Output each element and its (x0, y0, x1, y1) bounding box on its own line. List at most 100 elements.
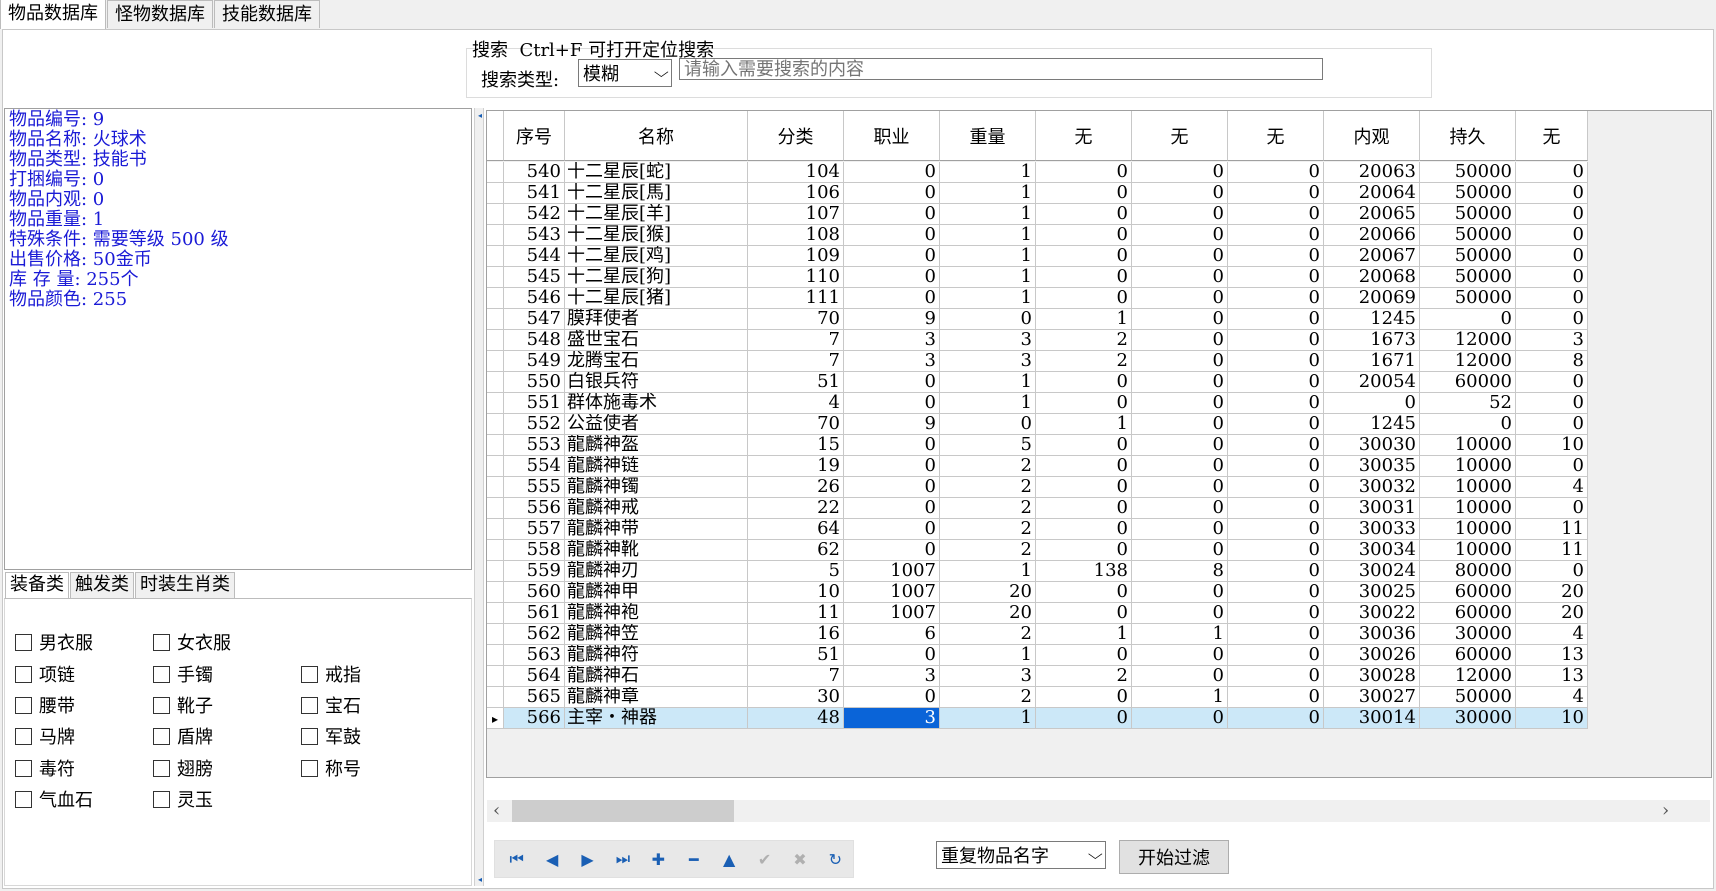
table-cell[interactable]: 2 (1036, 351, 1132, 372)
table-cell[interactable]: 十二星辰[馬] (565, 183, 748, 204)
table-cell[interactable]: 0 (1132, 351, 1228, 372)
edit-record-icon[interactable]: ▲ (711, 844, 746, 874)
refresh-icon[interactable]: ↻ (818, 844, 853, 874)
column-header[interactable]: 无 (1132, 111, 1228, 161)
table-cell[interactable]: 0 (844, 204, 940, 225)
table-cell[interactable]: 2 (1036, 666, 1132, 687)
row-indicator[interactable] (487, 435, 504, 456)
table-cell[interactable]: 20064 (1324, 183, 1420, 204)
table-cell[interactable]: 541 (504, 183, 565, 204)
table-cell[interactable]: 70 (748, 414, 844, 435)
table-cell[interactable]: 564 (504, 666, 565, 687)
table-cell[interactable]: 19 (748, 456, 844, 477)
table-cell[interactable]: 0 (844, 645, 940, 666)
table-cell[interactable]: 15 (748, 435, 844, 456)
table-cell[interactable]: 110 (748, 267, 844, 288)
table-cell[interactable]: 0 (1228, 582, 1324, 603)
table-cell[interactable]: 0 (1036, 393, 1132, 414)
tab-item-database[interactable]: 物品数据库 (0, 0, 106, 29)
table-cell[interactable]: 0 (844, 225, 940, 246)
table-cell[interactable]: 111 (748, 288, 844, 309)
table-cell[interactable]: 12000 (1420, 351, 1516, 372)
table-cell[interactable]: 0 (1132, 435, 1228, 456)
table-cell[interactable]: 0 (1036, 288, 1132, 309)
row-indicator[interactable] (487, 288, 504, 309)
table-cell[interactable]: 562 (504, 624, 565, 645)
table-cell[interactable]: 龍麟神刃 (565, 561, 748, 582)
table-cell[interactable]: 0 (844, 687, 940, 708)
table-cell[interactable]: 6 (844, 624, 940, 645)
table-cell[interactable]: 3 (844, 708, 940, 729)
table-cell[interactable]: 11 (1516, 540, 1588, 561)
table-cell[interactable]: 0 (1132, 666, 1228, 687)
column-header[interactable]: 持久 (1420, 111, 1516, 161)
table-cell[interactable]: 0 (1228, 498, 1324, 519)
table-cell[interactable]: 0 (1228, 540, 1324, 561)
table-cell[interactable]: 0 (844, 456, 940, 477)
table-cell[interactable]: 0 (1036, 435, 1132, 456)
table-cell[interactable]: 30027 (1324, 687, 1420, 708)
checkbox-0-0[interactable]: 男衣服 (15, 629, 93, 655)
table-cell[interactable]: 0 (844, 393, 940, 414)
table-cell[interactable]: 3 (844, 351, 940, 372)
table-cell[interactable]: 0 (1036, 645, 1132, 666)
table-cell[interactable]: 十二星辰[猴] (565, 225, 748, 246)
table-cell[interactable]: 30 (748, 687, 844, 708)
table-cell[interactable]: 0 (1132, 498, 1228, 519)
table-cell[interactable]: 公益使者 (565, 414, 748, 435)
table-cell[interactable]: 550 (504, 372, 565, 393)
table-cell[interactable]: 50000 (1420, 204, 1516, 225)
tab-equipment[interactable]: 装备类 (5, 572, 69, 598)
search-input[interactable] (679, 58, 1323, 80)
table-cell[interactable]: 龍麟神链 (565, 456, 748, 477)
table-cell[interactable]: 0 (1228, 708, 1324, 729)
table-cell[interactable]: 555 (504, 477, 565, 498)
table-cell[interactable]: 0 (1036, 267, 1132, 288)
tab-skill-database[interactable]: 技能数据库 (214, 0, 320, 28)
row-indicator[interactable] (487, 456, 504, 477)
tab-monster-database[interactable]: 怪物数据库 (107, 0, 213, 28)
row-indicator[interactable] (487, 687, 504, 708)
table-cell[interactable]: 12000 (1420, 666, 1516, 687)
row-indicator[interactable] (487, 645, 504, 666)
table-cell[interactable]: 561 (504, 603, 565, 624)
table-cell[interactable]: 0 (1132, 708, 1228, 729)
table-cell[interactable]: 十二星辰[羊] (565, 204, 748, 225)
column-header[interactable]: 职业 (844, 111, 940, 161)
table-cell[interactable]: 62 (748, 540, 844, 561)
table-cell[interactable]: 0 (1228, 519, 1324, 540)
table-cell[interactable]: 0 (1228, 267, 1324, 288)
table-cell[interactable]: 30033 (1324, 519, 1420, 540)
table-cell[interactable]: 553 (504, 435, 565, 456)
checkbox-box[interactable] (301, 696, 318, 714)
table-cell[interactable]: 109 (748, 246, 844, 267)
first-record-icon[interactable]: ⏮ (499, 844, 534, 874)
table-cell[interactable]: 547 (504, 309, 565, 330)
table-cell[interactable]: 30030 (1324, 435, 1420, 456)
table-cell[interactable]: 20 (940, 603, 1036, 624)
table-cell[interactable]: 13 (1516, 645, 1588, 666)
table-cell[interactable]: 30014 (1324, 708, 1420, 729)
table-cell[interactable]: 30031 (1324, 498, 1420, 519)
table-cell[interactable]: 0 (1132, 645, 1228, 666)
column-header[interactable]: 分类 (748, 111, 844, 161)
table-cell[interactable]: 10 (1516, 708, 1588, 729)
table-cell[interactable]: 104 (748, 162, 844, 183)
table-cell[interactable]: 龍麟神甲 (565, 582, 748, 603)
table-cell[interactable]: 2 (940, 498, 1036, 519)
table-cell[interactable]: 盛世宝石 (565, 330, 748, 351)
table-cell[interactable]: 0 (1516, 246, 1588, 267)
table-cell[interactable]: 0 (1228, 204, 1324, 225)
table-cell[interactable]: 0 (1036, 687, 1132, 708)
table-cell[interactable]: 十二星辰[鸡] (565, 246, 748, 267)
checkbox-box[interactable] (153, 759, 170, 777)
table-cell[interactable]: 0 (1132, 309, 1228, 330)
column-header[interactable]: 名称 (565, 111, 748, 161)
table-cell[interactable]: 2 (940, 540, 1036, 561)
column-header[interactable]: 无 (1228, 111, 1324, 161)
table-cell[interactable]: 30022 (1324, 603, 1420, 624)
table-cell[interactable]: 0 (1132, 330, 1228, 351)
table-cell[interactable]: 7 (748, 330, 844, 351)
last-record-icon[interactable]: ⏭ (605, 844, 640, 874)
checkbox-1-2[interactable]: 戒指 (301, 661, 361, 687)
